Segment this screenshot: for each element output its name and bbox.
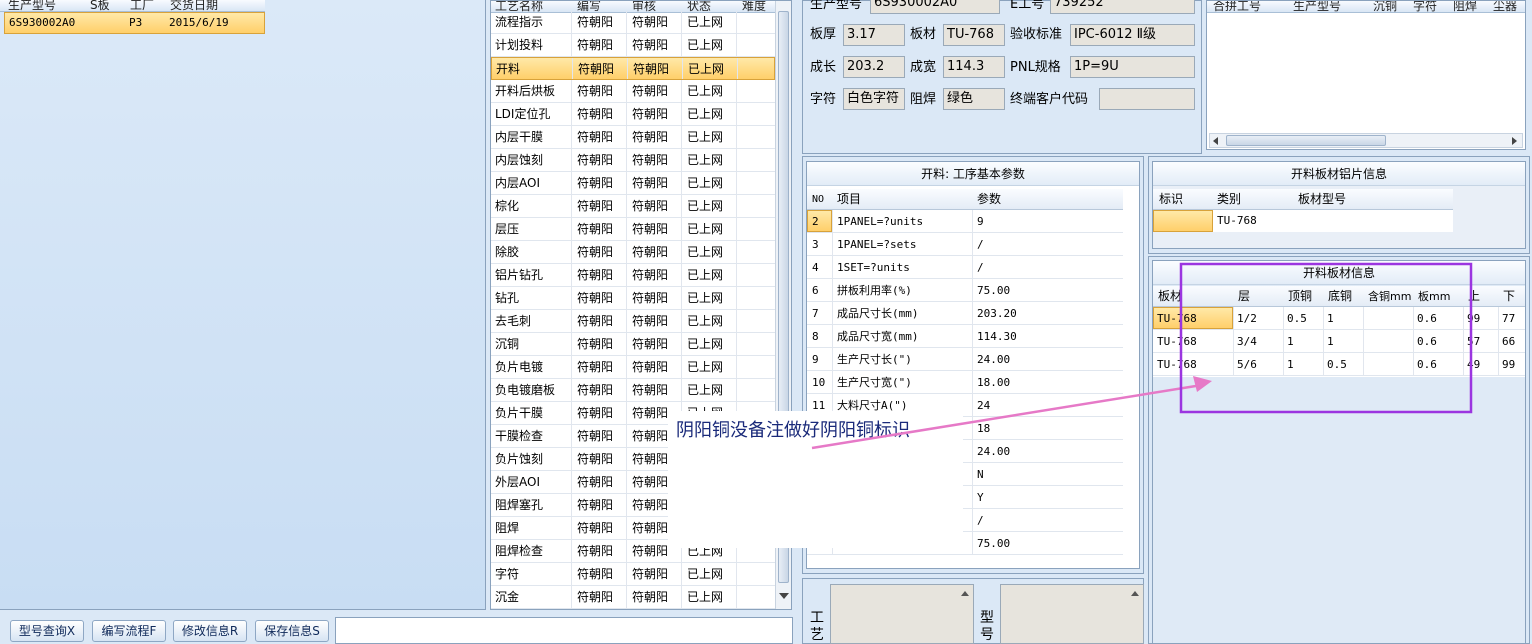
annotation-arrow: [811, 262, 1473, 450]
